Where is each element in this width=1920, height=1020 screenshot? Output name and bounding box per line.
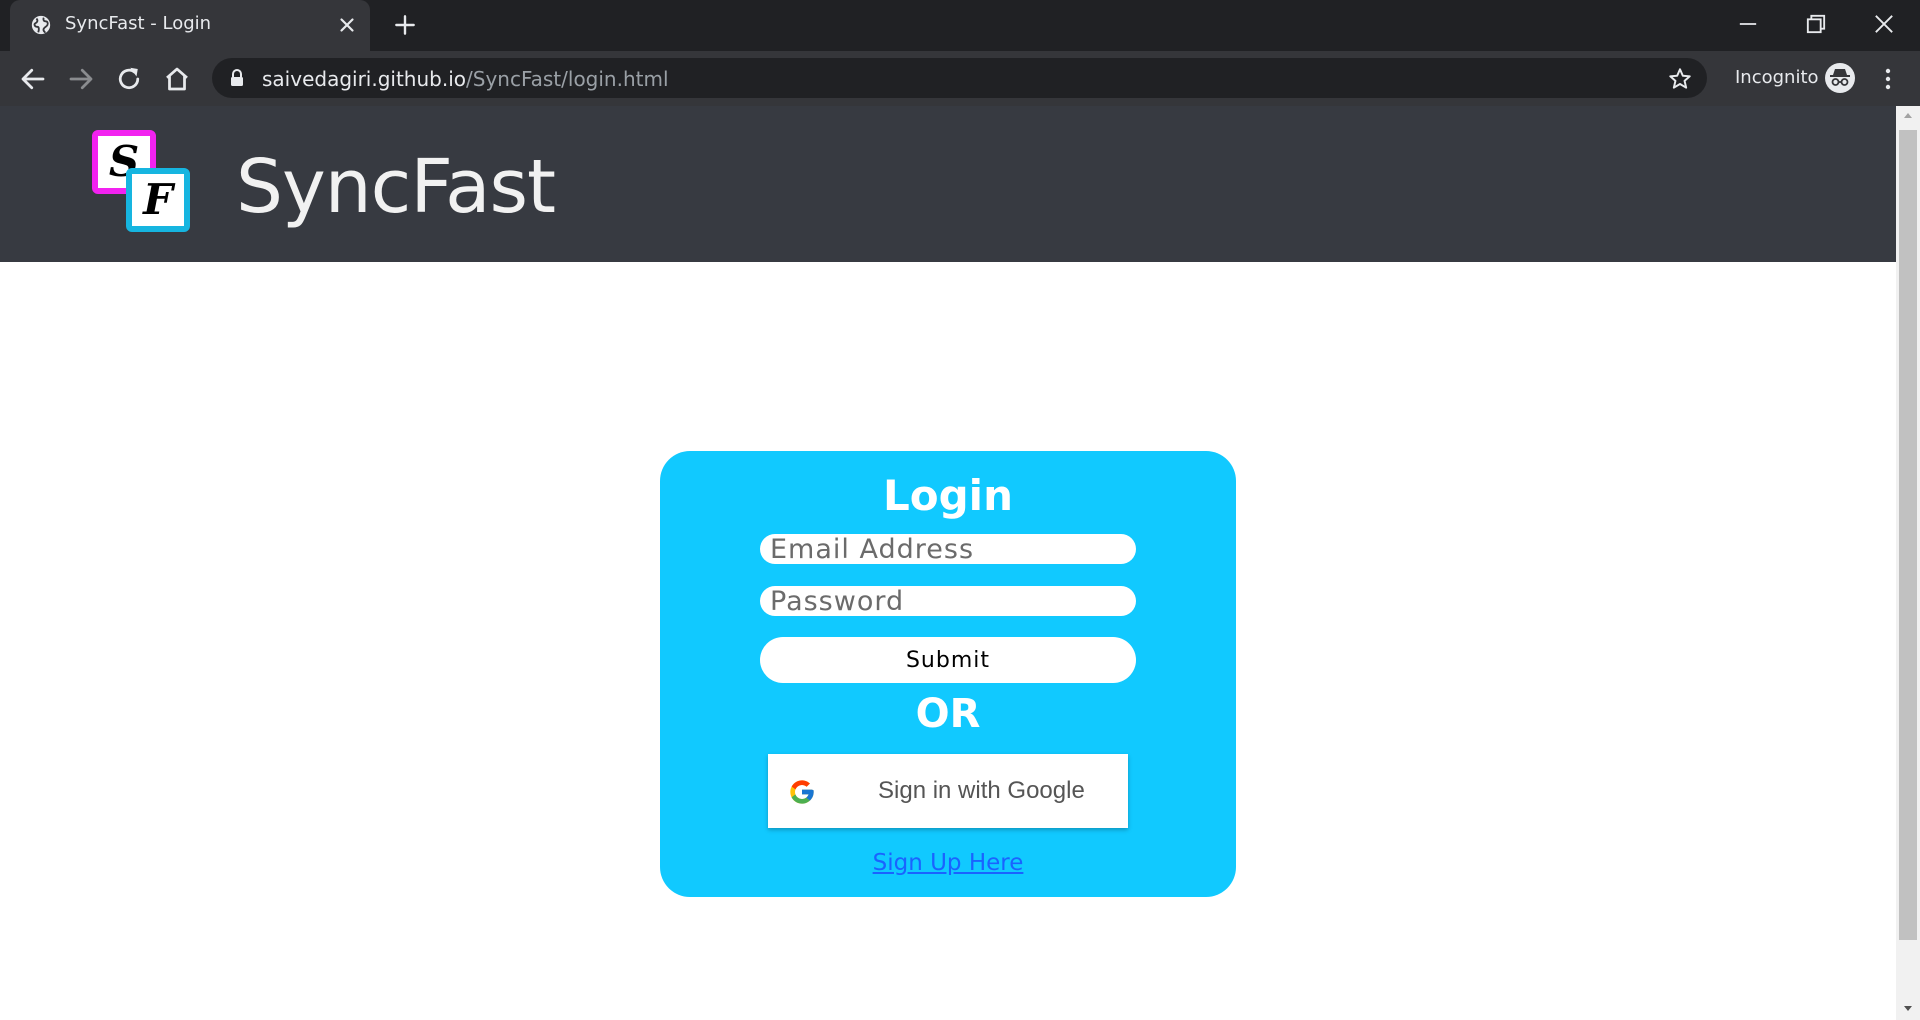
signup-link[interactable]: Sign Up Here xyxy=(660,850,1236,876)
password-field[interactable] xyxy=(760,586,1136,616)
email-field[interactable] xyxy=(760,534,1136,564)
scroll-down-arrow-icon[interactable] xyxy=(1902,1002,1914,1014)
vertical-scrollbar[interactable] xyxy=(1896,106,1920,1020)
tab-strip: SyncFast - Login xyxy=(0,0,1920,51)
google-icon xyxy=(790,780,814,804)
window-close-icon[interactable] xyxy=(1870,10,1898,38)
url-host: saivedagiri.github.io xyxy=(262,67,467,91)
submit-button[interactable]: Submit xyxy=(760,637,1136,683)
kebab-icon[interactable] xyxy=(1876,64,1900,94)
brand-title: SyncFast xyxy=(236,144,556,230)
back-icon[interactable] xyxy=(18,64,48,94)
minimize-icon[interactable] xyxy=(1734,10,1762,38)
plus-icon[interactable] xyxy=(392,12,418,38)
star-icon[interactable] xyxy=(1667,66,1693,92)
or-divider-label: OR xyxy=(915,691,981,737)
page-viewport: S F SyncFast Login Submit OR Sign in wit… xyxy=(0,106,1896,1020)
login-card: Login Submit OR Sign in with Google Sign… xyxy=(660,451,1236,897)
logo-letter-f: F xyxy=(143,175,173,224)
browser-toolbar: saivedagiri.github.io/SyncFast/login.htm… xyxy=(0,51,1920,106)
restore-icon[interactable] xyxy=(1802,10,1830,38)
globe-icon xyxy=(31,15,51,35)
lock-icon xyxy=(231,69,243,86)
forward-icon[interactable] xyxy=(66,64,96,94)
google-signin-button[interactable]: Sign in with Google xyxy=(768,754,1128,828)
home-icon[interactable] xyxy=(162,64,192,94)
scroll-up-arrow-icon[interactable] xyxy=(1902,110,1914,122)
scrollbar-thumb[interactable] xyxy=(1899,130,1917,940)
tab-title: SyncFast - Login xyxy=(65,13,212,34)
url-path: /SyncFast/login.html xyxy=(466,67,669,91)
incognito-icon[interactable] xyxy=(1824,62,1856,94)
reload-icon[interactable] xyxy=(114,64,144,94)
syncfast-logo[interactable]: S F xyxy=(92,130,192,238)
incognito-label: Incognito xyxy=(1735,67,1819,88)
url-text: saivedagiri.github.io/SyncFast/login.htm… xyxy=(262,67,669,91)
login-title: Login xyxy=(883,471,1013,520)
browser-tab[interactable]: SyncFast - Login xyxy=(10,0,370,51)
close-icon[interactable] xyxy=(336,14,358,36)
address-bar[interactable]: saivedagiri.github.io/SyncFast/login.htm… xyxy=(212,58,1707,98)
logo-tile-f: F xyxy=(126,168,190,232)
google-signin-label: Sign in with Google xyxy=(878,777,1085,804)
site-header: S F SyncFast xyxy=(0,106,1896,262)
